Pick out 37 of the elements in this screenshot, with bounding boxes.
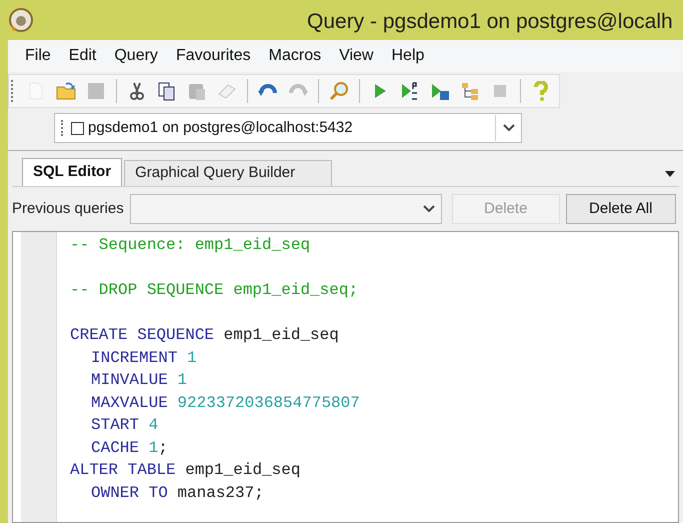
code-text: emp1_eid_seq: [184, 460, 300, 481]
menu-item[interactable]: Help: [382, 44, 434, 68]
code-keyword: CREATE SEQUENCE: [70, 325, 214, 346]
code-comment: -- DROP SEQUENCE emp1_eid_seq;: [70, 280, 358, 301]
code-text: ;: [158, 438, 168, 458]
tab-menu-icon[interactable]: [665, 171, 675, 177]
magnifier-icon[interactable]: [327, 79, 351, 103]
code-keyword: MAXVALUE: [91, 392, 168, 414]
menu-item[interactable]: Query: [105, 44, 167, 68]
menu-item[interactable]: File: [16, 44, 60, 68]
code-text: manas237;: [176, 482, 264, 504]
code-number: 1: [176, 370, 188, 391]
menu-item[interactable]: Favourites: [166, 44, 260, 68]
code-keyword: INCREMENT: [91, 348, 178, 368]
menu-item[interactable]: Macros: [260, 44, 330, 68]
tab[interactable]: SQL Editor: [22, 158, 122, 186]
code-keyword: ALTER TABLE: [70, 460, 176, 481]
code-keyword: START: [91, 415, 140, 436]
code-number: 1: [186, 348, 197, 368]
code-comment: -- Sequence: emp1_eid_seq: [70, 235, 310, 256]
code-keyword: CACHE: [91, 438, 140, 458]
code-number: 4: [148, 415, 158, 436]
menu-item[interactable]: Edit: [60, 44, 106, 68]
code-keyword: OWNER TO: [91, 482, 168, 504]
grip-icon[interactable]: [61, 120, 65, 136]
tab[interactable]: Graphical Query Builder: [124, 160, 332, 186]
toolbar-grip-icon[interactable]: [11, 80, 14, 102]
code-number: 1: [148, 438, 158, 458]
previous-queries-label: Previous queries: [12, 198, 124, 219]
menu-item[interactable]: View: [330, 44, 382, 68]
window-title: Query - pgsdemo1 on postgres@localh: [307, 9, 673, 35]
checkbox[interactable]: [71, 122, 84, 134]
app-logo-icon: [8, 7, 34, 33]
code-number: 9223372036854775807: [176, 392, 360, 414]
code-text: emp1_eid_seq: [222, 325, 339, 346]
delete-button[interactable]: Delete All: [566, 194, 676, 224]
code-keyword: MINVALUE: [91, 370, 168, 391]
